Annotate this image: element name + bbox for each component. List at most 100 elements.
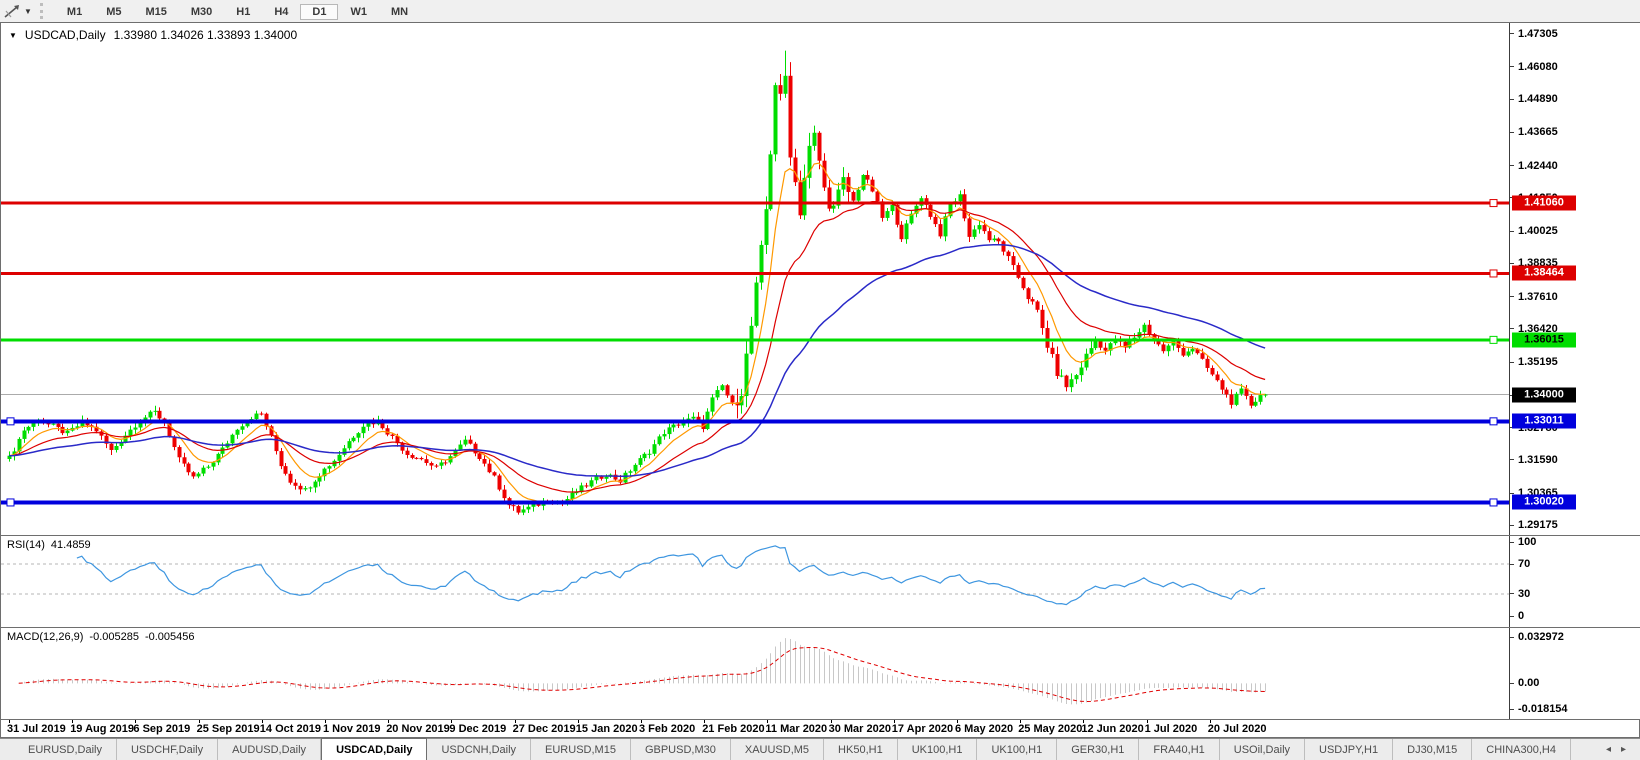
price-tick-label: 1.35195	[1518, 356, 1558, 369]
price-tick-label: 0.00	[1518, 677, 1540, 690]
date-label: 17 Apr 2020	[891, 723, 954, 735]
date-label: 1 Jul 2020	[1144, 723, 1198, 735]
macd-signal-line	[18, 647, 1266, 703]
ohlc-values: 1.33980 1.34026 1.33893 1.34000	[113, 28, 298, 42]
price-tick-label: 1.47305	[1518, 27, 1558, 40]
chart-tab-gbpusd-m30[interactable]: GBPUSD,M30	[631, 739, 731, 760]
timeframe-button-m5[interactable]: M5	[94, 4, 133, 20]
date-axis[interactable]: 31 Jul 2019 19 Aug 2019 6 Sep 2019 25 Sep 2…	[1, 719, 1639, 737]
price-chart-svg[interactable]	[1, 23, 1509, 535]
timeframe-button-h1[interactable]: H1	[224, 4, 262, 20]
toolbar-grip[interactable]	[39, 3, 47, 19]
price-tick-label: 1.31590	[1518, 453, 1558, 466]
date-label: 31 Jul 2019	[7, 723, 66, 735]
timeframe-button-m30[interactable]: M30	[179, 4, 224, 20]
axis-tick	[1510, 66, 1514, 68]
date-label: 6 May 2020	[955, 723, 1014, 735]
price-tick-label: 1.37610	[1518, 290, 1558, 303]
date-label: 9 Dec 2019	[449, 723, 507, 735]
chart-tab-ger30-h1[interactable]: GER30,H1	[1057, 739, 1140, 760]
date-label: 25 May 2020	[1018, 723, 1083, 735]
timeframe-toolbar: ▼ M1 M5 M15 M30 H1 H4 D1 W1 MN	[0, 0, 1640, 23]
tool-dropdown-arrow-icon[interactable]: ▼	[24, 7, 32, 16]
rsi-chart-svg[interactable]	[1, 536, 1509, 627]
axis-tick	[1510, 165, 1514, 167]
date-label: 12 Jun 2020	[1081, 723, 1144, 735]
timeframe-button-d1[interactable]: D1	[300, 4, 339, 20]
rsi-current-value: 41.4859	[50, 539, 91, 551]
timeframe-button-m1[interactable]: M1	[55, 4, 94, 20]
price-line-label: 1.36015	[1512, 332, 1576, 348]
date-label: 3 Feb 2020	[639, 723, 696, 735]
macd-chart-svg[interactable]	[1, 628, 1509, 719]
tab-scroll-arrows: ◂ ▸	[1592, 739, 1640, 760]
date-label: 21 Feb 2020	[702, 723, 765, 735]
chart-tab-fra40-h1[interactable]: FRA40,H1	[1139, 739, 1220, 760]
price-tick-label: 1.29175	[1518, 519, 1558, 532]
rsi-name: RSI(14)	[7, 539, 45, 551]
price-tick-label: 30	[1518, 587, 1531, 600]
axis-tick	[1510, 131, 1514, 133]
axis-tick	[1510, 361, 1514, 363]
chart-tab-uk100-h1[interactable]: UK100,H1	[977, 739, 1058, 760]
collapse-triangle-icon: ▼	[9, 30, 17, 40]
price-line-label: 1.30020	[1512, 494, 1576, 510]
timeframe-button-m15[interactable]: M15	[133, 4, 178, 20]
axis-tick	[1510, 98, 1514, 100]
date-label: 25 Sep 2019	[196, 723, 260, 735]
chart-tab-usoil-daily[interactable]: USOil,Daily	[1220, 739, 1306, 760]
chart-tab-usdcad-daily[interactable]: USDCAD,Daily	[321, 738, 428, 760]
axis-tick	[1510, 541, 1514, 543]
line-anchor[interactable]	[6, 498, 15, 507]
macd-axis[interactable]: 0.032972 0.00 -0.018154	[1509, 628, 1640, 719]
price-tick-label: -0.018154	[1518, 703, 1568, 715]
chart-tab-china300-h4[interactable]: CHINA300,H4	[1472, 739, 1571, 760]
tab-scroll-right-icon[interactable]: ▸	[1621, 744, 1626, 755]
chart-tab-dj30-m15[interactable]: DJ30,M15	[1393, 739, 1473, 760]
price-tick-label: 1.42440	[1518, 159, 1558, 172]
macd-histogram	[19, 638, 1266, 705]
rsi-axis[interactable]: 100 70 30 0	[1509, 536, 1640, 627]
timeframe-button-h4[interactable]: H4	[262, 4, 300, 20]
candles-layer	[7, 50, 1268, 516]
line-anchor[interactable]	[1489, 199, 1498, 208]
timeframe-button-w1[interactable]: W1	[338, 4, 379, 20]
macd-pane: MACD(12,26,9) -0.005285 -0.005456 0.0329…	[1, 627, 1640, 720]
price-tick-label: 100	[1518, 536, 1537, 548]
chart-tabs: EURUSD,Daily USDCHF,Daily AUDUSD,Daily USDC…	[14, 738, 1571, 760]
chart-tab-audusd-daily[interactable]: AUDUSD,Daily	[218, 739, 322, 760]
date-label: 27 Dec 2019	[512, 723, 576, 735]
ma-line-mid	[8, 201, 1266, 493]
chart-tab-usdcnh-daily[interactable]: USDCNH,Daily	[427, 739, 532, 760]
line-anchor[interactable]	[1489, 417, 1498, 426]
price-axis[interactable]: 1.473051.460801.448901.436651.424401.412…	[1509, 23, 1640, 535]
chart-title[interactable]: ▼ USDCAD,Daily 1.33980 1.34026 1.33893 1…	[9, 28, 297, 42]
chart-tab-usdchf-daily[interactable]: USDCHF,Daily	[117, 739, 219, 760]
line-anchor[interactable]	[1489, 269, 1498, 278]
line-anchor[interactable]	[1489, 335, 1498, 344]
date-label: 20 Jul 2020	[1207, 723, 1267, 735]
tab-scroll-left-icon[interactable]: ◂	[1606, 744, 1611, 755]
axis-tick	[1510, 459, 1514, 461]
chart-tab-eurusd-daily[interactable]: EURUSD,Daily	[14, 739, 117, 760]
chart-tab-hk50-h1[interactable]: HK50,H1	[824, 739, 898, 760]
chart-tab-uk100-h1[interactable]: UK100,H1	[898, 739, 978, 760]
price-tick-label: 1.43665	[1518, 126, 1558, 139]
timeframe-button-mn[interactable]: MN	[379, 4, 420, 20]
chart-tab-eurusd-m15[interactable]: EURUSD,M15	[531, 739, 631, 760]
trading-terminal: ▼ M1 M5 M15 M30 H1 H4 D1 W1 MN ▼ USDCAD,Daily 1.…	[0, 0, 1640, 760]
rsi-line	[76, 545, 1266, 606]
date-label: 19 Aug 2019	[70, 723, 134, 735]
axis-tick	[1510, 682, 1514, 684]
price-line-label: 1.34000	[1512, 387, 1576, 403]
macd-indicator-label: MACD(12,26,9) -0.005285 -0.005456	[7, 631, 195, 643]
price-line-label: 1.41060	[1512, 195, 1576, 211]
line-tools-icon[interactable]	[2, 2, 24, 20]
line-anchor[interactable]	[6, 417, 15, 426]
chart-tab-usdjpy-h1[interactable]: USDJPY,H1	[1305, 739, 1394, 760]
chart-tab-xauusd-m5[interactable]: XAUUSD,M5	[731, 739, 825, 760]
price-tick-label: 1.44890	[1518, 93, 1558, 106]
line-anchor[interactable]	[1489, 498, 1498, 507]
price-tick-label: 0	[1518, 610, 1525, 622]
date-label: 20 Nov 2019	[386, 723, 450, 735]
